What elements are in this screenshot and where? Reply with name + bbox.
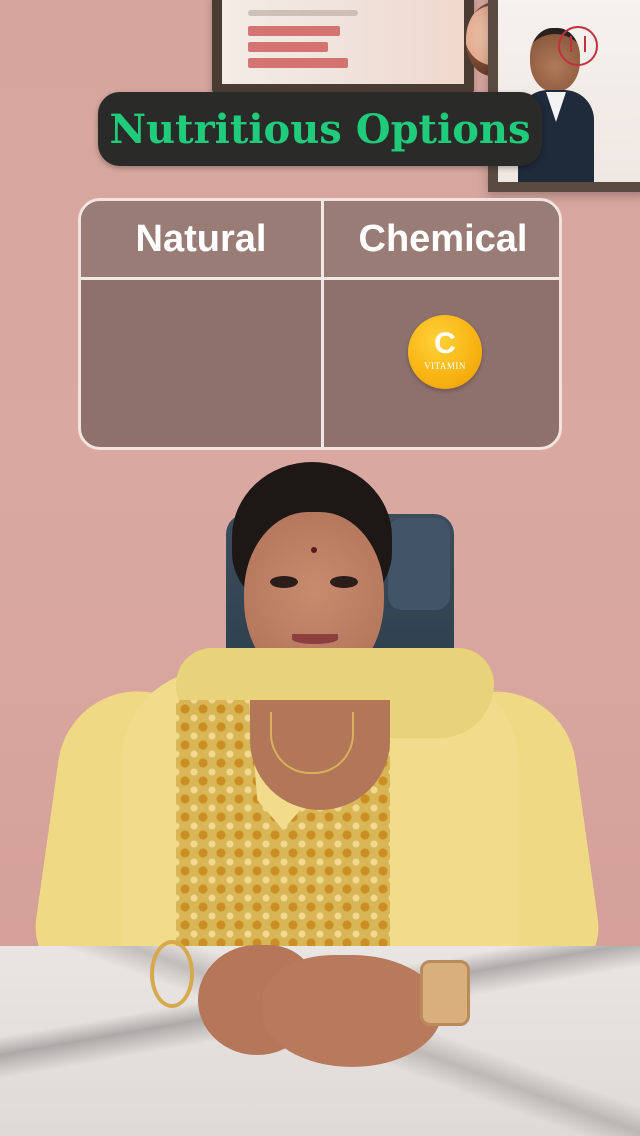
comparison-table: Natural Chemical (78, 198, 562, 450)
title-text: Nutritious Options (109, 105, 531, 153)
column-header-natural: Natural (135, 217, 267, 260)
table-divider-vertical (321, 201, 324, 447)
bangle (150, 940, 194, 1008)
column-header-chemical: Chemical (358, 217, 528, 260)
vitamin-label: VITAMIN (424, 361, 466, 371)
table-divider-horizontal (81, 277, 559, 280)
vitamin-c-icon: C VITAMIN (408, 315, 482, 389)
wrist-watch (420, 960, 470, 1026)
title-banner: Nutritious Options (98, 92, 542, 166)
presenter-right-hand (262, 955, 442, 1067)
video-frame: Nutritious Options Natural Chemical C VI… (0, 0, 640, 1136)
vitamin-letter: C (434, 327, 456, 360)
